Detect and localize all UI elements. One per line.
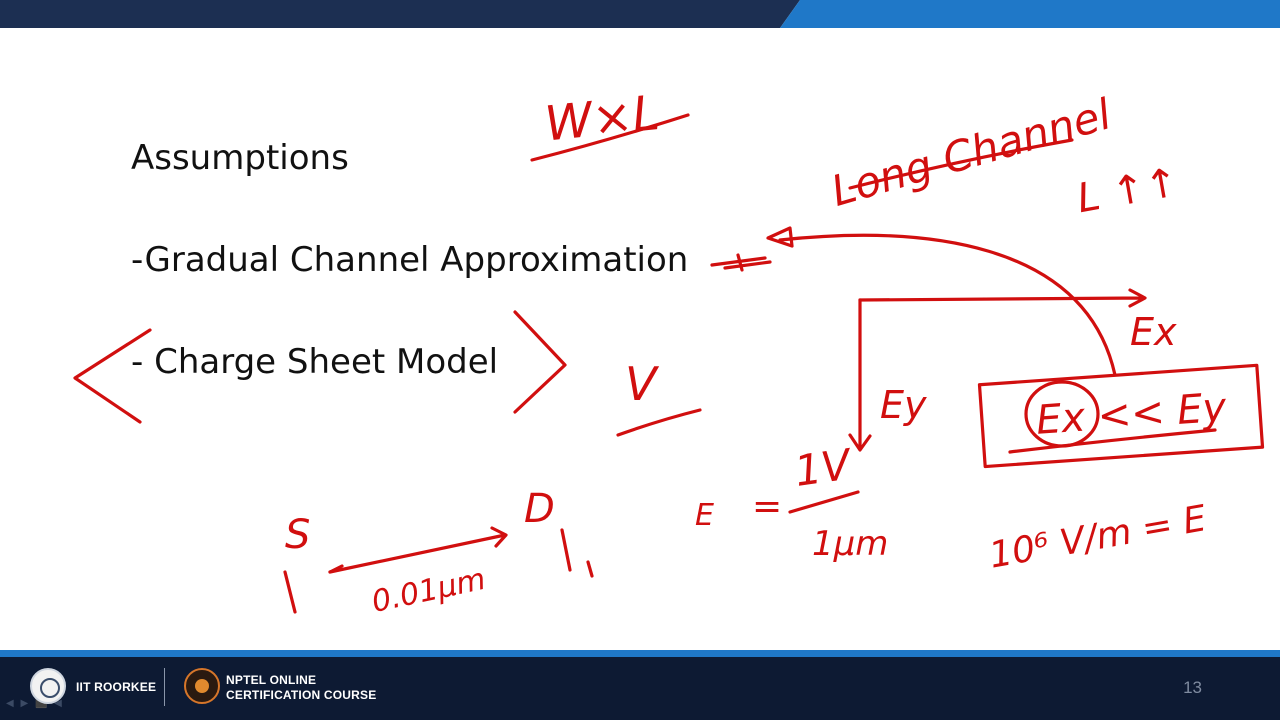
- program-title-line2: CERTIFICATION COURSE: [226, 688, 377, 702]
- field-numerator: 1V: [792, 439, 857, 496]
- wxl-note: W×L: [542, 85, 662, 153]
- length-note: L ↑↑: [1074, 159, 1182, 222]
- field-denominator: 1μm: [812, 524, 888, 564]
- ex-circle: [1024, 380, 1100, 448]
- field-value-note: 10⁶ V/m = E: [986, 498, 1209, 577]
- handwritten-annotations: W×L Long Channel L ↑↑ Ex Ey Ex << Ey V S…: [73, 85, 1265, 620]
- ey-arrow: [848, 298, 872, 452]
- bullet-gradual-channel: -Gradual Channel Approximation: [131, 240, 689, 280]
- program-title-line1: NPTEL ONLINE: [226, 673, 317, 687]
- bullet-charge-sheet: - Charge Sheet Model: [131, 342, 499, 382]
- iit-roorkee-logo-icon: [30, 668, 66, 704]
- source-label: S: [285, 512, 310, 558]
- footer-divider: [164, 668, 165, 706]
- v-underline: [616, 408, 702, 437]
- inequality-box: [977, 363, 1265, 469]
- slide-heading-assumptions: Assumptions: [131, 138, 349, 178]
- long-channel-underline: [848, 138, 1074, 190]
- slide-page-number: 13: [1183, 678, 1202, 697]
- v-note: V: [625, 357, 660, 411]
- distance-note: 0.01μm: [369, 562, 489, 620]
- gca-arrow: [778, 233, 1117, 377]
- fraction-bar: [788, 490, 860, 514]
- sd-arrow: [328, 526, 508, 574]
- long-channel-note: Long Channel: [826, 89, 1117, 216]
- inequality-note: Ex << Ey: [1035, 385, 1229, 444]
- institute-name: IIT ROORKEE: [76, 680, 157, 694]
- bracket-right: [513, 310, 567, 414]
- field-symbol: E: [695, 498, 714, 533]
- wxl-underline: [530, 113, 690, 162]
- nptel-logo-icon: [184, 668, 220, 704]
- footer-accent-stripe: [0, 650, 1280, 657]
- ey-label: Ey: [880, 383, 927, 427]
- slide-header-bar: [0, 0, 1280, 28]
- drain-label: D: [524, 486, 555, 532]
- equals-sign: =: [752, 486, 782, 527]
- ex-arrow: [858, 288, 1147, 308]
- ex-label: Ex: [1130, 310, 1177, 354]
